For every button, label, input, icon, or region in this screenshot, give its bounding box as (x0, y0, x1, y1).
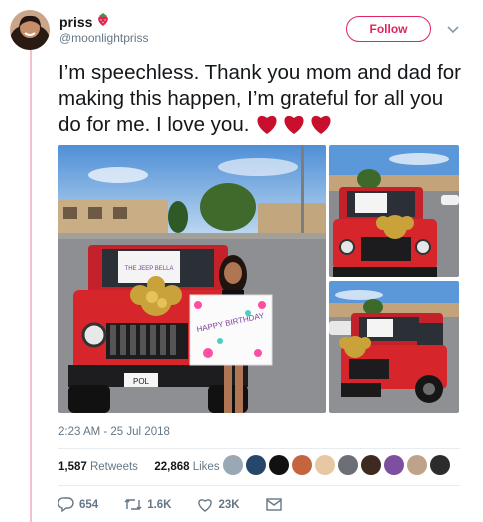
avatar[interactable] (10, 10, 50, 50)
liker-avatar[interactable] (407, 455, 427, 475)
thread-line (30, 50, 32, 522)
liker-avatar[interactable] (361, 455, 381, 475)
liker-avatar[interactable] (223, 455, 243, 475)
retweets-label: Retweets (89, 461, 138, 473)
likes-count: 22,868 (154, 461, 190, 473)
retweets-stat[interactable]: 1,587 Retweets (58, 461, 138, 473)
follow-button[interactable]: Follow (346, 16, 431, 42)
like-count: 23K (218, 498, 240, 511)
photo-top-right[interactable] (329, 145, 459, 277)
heart-emoji-icon (257, 115, 277, 134)
direct-message-button[interactable] (265, 498, 282, 511)
plate-text: POL (133, 377, 150, 386)
photo-bottom-right[interactable] (329, 281, 459, 413)
retweets-count: 1,587 (58, 461, 87, 473)
likes-label: Likes (192, 461, 220, 473)
windshield-sign-text: THE JEEP BELLA (125, 266, 174, 272)
reply-icon (58, 497, 74, 512)
liker-avatar[interactable] (338, 455, 358, 475)
liker-avatar[interactable] (269, 455, 289, 475)
like-icon (198, 498, 213, 512)
tweet-text: I’m speechless. Thank you mom and dad fo… (58, 60, 468, 138)
likes-stat[interactable]: 22,868 Likes (154, 461, 219, 473)
like-button[interactable]: 23K (197, 498, 240, 512)
chevron-down-icon[interactable] (447, 21, 459, 39)
strawberry-icon (96, 12, 110, 32)
photo-main[interactable]: THE JEEP BELLA POL HAPPY BIRTHDAY (58, 145, 326, 413)
tweet-stats: 1,587 Retweets 22,868 Likes (58, 461, 220, 473)
liker-avatar[interactable] (246, 455, 266, 475)
divider (58, 485, 460, 486)
display-name[interactable]: priss (59, 14, 92, 30)
liker-avatar[interactable] (430, 455, 450, 475)
retweet-count: 1.6K (147, 498, 172, 511)
likers-avatars (223, 455, 450, 475)
tweet-actions: 654 1.6K 23K (58, 497, 308, 512)
retweet-button[interactable]: 1.6K (124, 498, 171, 511)
retweet-icon (124, 499, 142, 510)
heart-emoji-icon (311, 115, 331, 134)
user-handle[interactable]: @moonlightpriss (59, 31, 149, 45)
divider (58, 448, 460, 449)
liker-avatar[interactable] (315, 455, 335, 475)
reply-button[interactable]: 654 (58, 497, 98, 512)
liker-avatar[interactable] (292, 455, 312, 475)
reply-count: 654 (79, 498, 99, 511)
heart-emoji-icon (284, 115, 304, 134)
liker-avatar[interactable] (384, 455, 404, 475)
hearts-emoji (255, 113, 333, 135)
tweet-timestamp[interactable]: 2:23 AM - 25 Jul 2018 (58, 426, 170, 438)
message-icon (265, 498, 282, 511)
